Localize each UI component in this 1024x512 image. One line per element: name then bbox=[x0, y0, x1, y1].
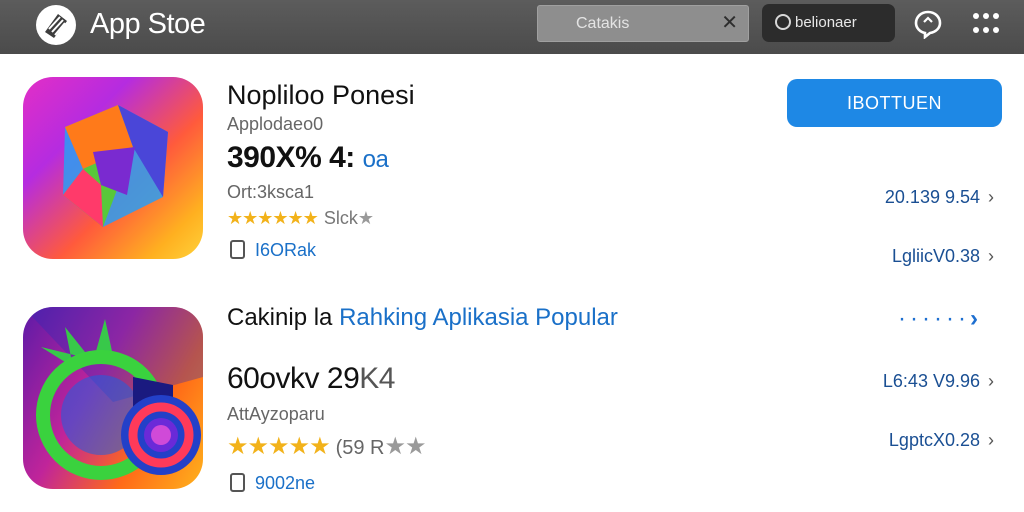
app-meta-text: 20.139 9.54 bbox=[884, 187, 980, 207]
app-category: Ort:3ksca1 bbox=[227, 182, 315, 202]
app-name[interactable]: Nopliloo Ponesi bbox=[227, 80, 415, 111]
app-rating: ★★★★★★ Slck★ bbox=[227, 208, 374, 229]
app-icon-1[interactable] bbox=[23, 77, 203, 259]
app-meta-text: L6:43 V9.96 bbox=[882, 371, 980, 391]
app-tag-text: 9002ne bbox=[255, 473, 316, 493]
account-button[interactable]: belionaer bbox=[762, 4, 895, 42]
chevron-right-icon: › bbox=[988, 371, 994, 391]
account-label: belionaer bbox=[795, 14, 857, 31]
account-icon bbox=[775, 14, 791, 30]
app-icon-2[interactable] bbox=[23, 307, 203, 489]
app-name[interactable]: 60ovkv 29K4 bbox=[227, 362, 395, 396]
see-all-dots: ······ bbox=[898, 305, 970, 332]
app-meta-1[interactable]: 20.139 9.54 › bbox=[885, 187, 994, 208]
chevron-right-icon: › bbox=[988, 430, 994, 450]
app-rating: ★★★★★ (59 R★★ bbox=[227, 432, 427, 461]
app-developer: AttAyzoparu bbox=[227, 404, 325, 424]
app-name-dim: K4 bbox=[359, 362, 395, 395]
top-bar: App Stoe Catakis ✕ belionaer bbox=[0, 0, 1024, 54]
app-title: App Stoe bbox=[90, 8, 206, 40]
app-meta-2[interactable]: LgptcX0.28 › bbox=[889, 430, 994, 451]
chat-bubble-icon[interactable] bbox=[913, 9, 943, 39]
app-meta-text: LgliicV0.38 bbox=[891, 246, 980, 266]
app-meta-1[interactable]: L6:43 V9.96 › bbox=[883, 371, 994, 392]
rating-stars: ★★★★★★ bbox=[227, 208, 319, 228]
search-clear-icon[interactable]: ✕ bbox=[721, 11, 738, 35]
document-icon bbox=[230, 240, 245, 259]
section-title: Cakinip la Rahking Aplikasia Popular bbox=[227, 304, 618, 332]
search-value: Catakis bbox=[576, 15, 630, 32]
chevron-right-icon: › bbox=[969, 305, 978, 332]
rating-stars: ★★★★★ bbox=[227, 433, 331, 460]
app-name-main: 60ovkv 29 bbox=[227, 362, 360, 395]
section-title-link[interactable]: Rahking Aplikasia Popular bbox=[339, 304, 618, 331]
app-meta-2[interactable]: LgliicV0.38 › bbox=[892, 246, 994, 267]
app-size-main: 390X% 4: bbox=[227, 141, 355, 174]
rating-text: Slck bbox=[323, 208, 358, 228]
rating-tail: ★★ bbox=[384, 433, 426, 460]
see-all-link[interactable]: ······› bbox=[898, 305, 978, 333]
app-tag-text: I6ORak bbox=[255, 240, 317, 260]
app-meta-text: LgptcX0.28 bbox=[888, 430, 980, 450]
app-developer: Applodaeo0 bbox=[227, 114, 324, 134]
chevron-right-icon: › bbox=[988, 187, 994, 207]
rating-tail: ★ bbox=[357, 208, 374, 228]
app-size: 390X% 4: oa bbox=[227, 141, 389, 175]
app-store-logo-icon[interactable] bbox=[36, 5, 76, 45]
search-input[interactable]: Catakis ✕ bbox=[537, 5, 749, 42]
install-button[interactable]: IBOTTUEN bbox=[787, 79, 1002, 127]
section-title-plain: Cakinip la bbox=[227, 304, 333, 331]
chevron-right-icon: › bbox=[988, 246, 994, 266]
rating-text: (59 R bbox=[335, 437, 385, 459]
app-size-accent: oa bbox=[362, 146, 389, 173]
document-icon bbox=[230, 473, 245, 492]
grid-menu-icon[interactable] bbox=[972, 11, 1000, 37]
